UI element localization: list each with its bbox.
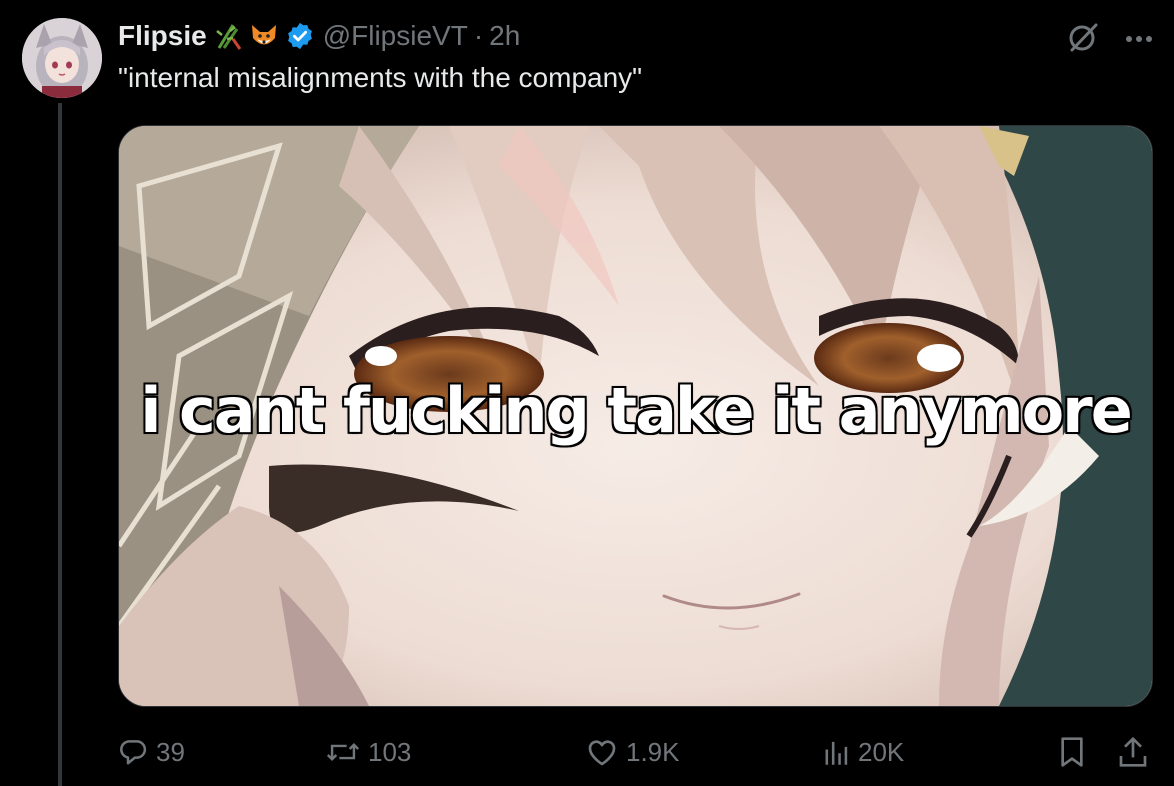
tweet-media[interactable]: i cant fucking take it anymore (118, 125, 1153, 707)
repost-count: 103 (368, 736, 412, 767)
media-caption: i cant fucking take it anymore (139, 373, 1135, 449)
tweet[interactable]: Flipsie @FlipsieVT · 2h "internal misali… (0, 0, 1174, 786)
like-button[interactable]: 1.9K (586, 737, 680, 768)
grok-icon[interactable] (1066, 20, 1100, 59)
handle[interactable]: @FlipsieVT (323, 20, 468, 52)
share-button[interactable] (1118, 736, 1148, 768)
views-button[interactable]: 20K (824, 737, 904, 768)
analytics-icon (824, 738, 850, 766)
tweet-header: Flipsie @FlipsieVT · 2h (118, 16, 520, 56)
tweet-top-actions (1066, 20, 1154, 59)
bookmark-button[interactable] (1058, 736, 1086, 768)
share-icon (1118, 736, 1148, 768)
repost-icon (326, 737, 360, 767)
reply-button[interactable]: 39 (118, 737, 185, 768)
thread-line (58, 103, 62, 786)
timestamp[interactable]: 2h (489, 20, 520, 52)
separator-dot: · (473, 20, 484, 51)
reply-icon (118, 737, 148, 767)
display-name[interactable]: Flipsie (118, 20, 207, 52)
more-options-icon[interactable] (1124, 31, 1154, 49)
bamboo-icon (213, 21, 243, 51)
repost-button[interactable]: 103 (326, 737, 411, 768)
views-count: 20K (858, 736, 905, 767)
like-count: 1.9K (626, 736, 680, 767)
tweet-text: "internal misalignments with the company… (118, 62, 643, 93)
avatar[interactable] (22, 18, 102, 98)
heart-icon (586, 737, 618, 767)
fox-icon (249, 21, 279, 51)
bookmark-icon (1058, 736, 1086, 768)
avatar-image (22, 18, 102, 98)
tweet-actions-bar: 39 103 1.9K 20K (118, 730, 1154, 774)
reply-count: 39 (156, 736, 185, 767)
verified-badge-icon[interactable] (285, 21, 315, 51)
